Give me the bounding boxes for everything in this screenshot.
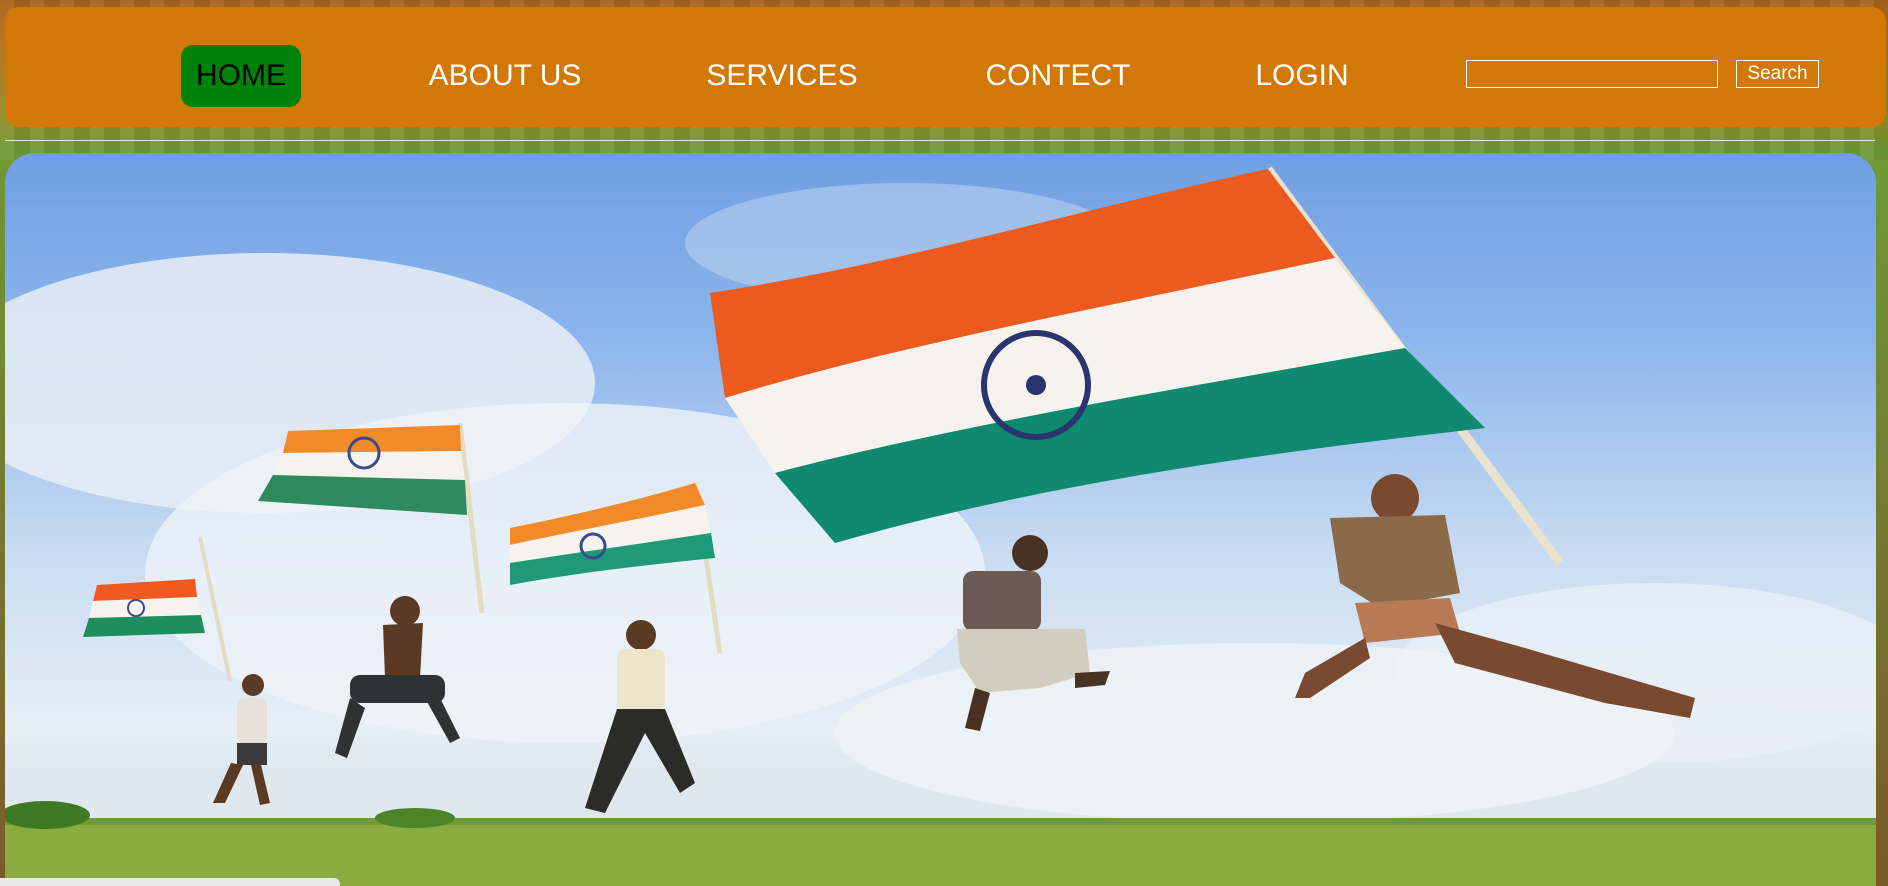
- search-input[interactable]: [1466, 60, 1718, 88]
- nav-services[interactable]: SERVICES: [698, 45, 866, 107]
- hero-illustration: [5, 166, 1876, 886]
- search-button[interactable]: Search: [1736, 60, 1819, 88]
- nav-home[interactable]: HOME: [181, 45, 301, 107]
- nav-divider: [5, 140, 1875, 141]
- nav-about-us[interactable]: ABOUT US: [420, 45, 590, 107]
- nav-login[interactable]: LOGIN: [1245, 45, 1359, 107]
- status-bar: [0, 878, 340, 886]
- nav-contect[interactable]: CONTECT: [975, 45, 1141, 107]
- hero-image: [5, 153, 1876, 886]
